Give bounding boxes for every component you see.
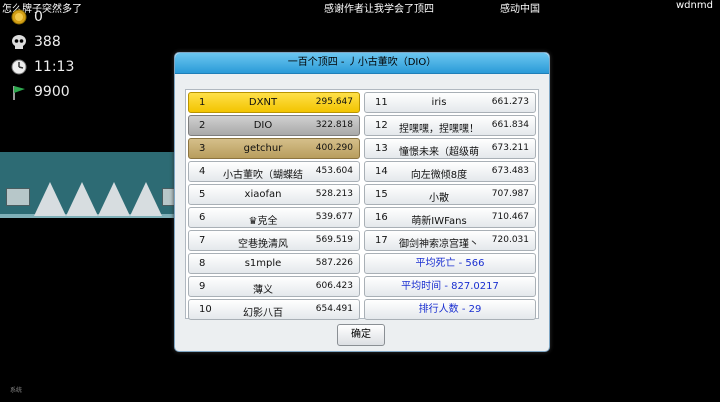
leaderboard-row: 3 getchur 400.290 xyxy=(188,138,360,159)
leaderboard-row: 4 小古董吹（蝴蝶结 453.604 xyxy=(188,161,360,182)
leaderboard-rank: 17 xyxy=(375,235,388,246)
sign-left xyxy=(6,188,30,206)
leaderboard-time: 587.226 xyxy=(315,258,353,268)
leaderboard-name: 薄义 xyxy=(253,285,273,296)
leaderboard-time: 569.519 xyxy=(315,235,353,245)
leaderboard-row: 9 薄义 606.423 xyxy=(188,276,360,297)
ranking-board: 1 DXNT 295.647 2 DIO 322.818 3 getchur 400.290 4 小… xyxy=(185,89,539,320)
hud-time: 11:13 xyxy=(10,58,74,76)
coin-icon xyxy=(10,8,28,26)
leaderboard-row: 5 xiaofan 528.213 xyxy=(188,184,360,205)
leaderboard-time: 400.290 xyxy=(315,143,353,153)
leaderboard-rank: 5 xyxy=(199,189,206,200)
hud-score: 9900 xyxy=(10,83,70,101)
leaderboard-row: 15 小散 707.987 xyxy=(364,184,536,205)
leaderboard-rank: 8 xyxy=(199,258,206,269)
leaderboard-rank: 10 xyxy=(199,304,212,315)
ranking-dialog: 一百个顶四 - 丿小古董吹（DIO） 1 DXNT 295.647 2 DIO 322.8… xyxy=(174,52,550,352)
leaderboard-time: 710.467 xyxy=(491,212,529,222)
leaderboard-rank: 4 xyxy=(199,166,206,177)
leaderboard-time: 661.273 xyxy=(491,97,529,107)
top-text-center: 感谢作者让我学会了顶四 xyxy=(324,4,434,15)
leaderboard-row: 16 萌新IWFans 710.467 xyxy=(364,207,536,228)
spike xyxy=(66,182,98,216)
leaderboard-time: 606.423 xyxy=(315,281,353,291)
leaderboard-rank: 12 xyxy=(375,120,388,131)
leaderboard-name: 小散 xyxy=(429,193,449,204)
leaderboard-name: 向左微倾8度 xyxy=(410,170,468,181)
leaderboard-rank: 1 xyxy=(199,97,206,108)
ok-button[interactable]: 确定 xyxy=(337,324,385,346)
stat-summary: 排行人数 - 29 xyxy=(364,299,536,320)
skull-icon xyxy=(10,33,28,51)
leaderboard-name: 捏嘿嘿，捏嘿嘿！ xyxy=(399,124,479,135)
leaderboard-name: ♛克全 xyxy=(248,216,278,227)
leaderboard-name: 萌新IWFans xyxy=(411,216,467,227)
hud-deaths-value: 388 xyxy=(34,34,61,50)
leaderboard-name: 空巷挽清风 xyxy=(238,239,288,250)
leaderboard-time: 295.647 xyxy=(315,97,353,107)
corner-label: 系统 xyxy=(10,387,23,394)
stat-summary: 平均时间 - 827.0217 xyxy=(364,276,536,297)
leaderboard-time: 654.491 xyxy=(315,304,353,314)
leaderboard-name: 御剑神索凉宫瑾丶 xyxy=(399,239,479,250)
leaderboard-name: DXNT xyxy=(248,97,278,108)
leaderboard-time: 539.677 xyxy=(315,212,353,222)
leaderboard-time: 707.987 xyxy=(491,189,529,199)
leaderboard-time: 322.818 xyxy=(315,120,353,130)
leaderboard-row: 14 向左微倾8度 673.483 xyxy=(364,161,536,182)
leaderboard-time: 453.604 xyxy=(315,166,353,176)
leaderboard-row: 1 DXNT 295.647 xyxy=(188,92,360,113)
hud-coins: 0 xyxy=(10,8,43,26)
stat-summary: 平均死亡 - 566 xyxy=(364,253,536,274)
leaderboard-time: 673.483 xyxy=(491,166,529,176)
leaderboard-time: 528.213 xyxy=(315,189,353,199)
spike xyxy=(130,182,162,216)
spike xyxy=(98,182,130,216)
leaderboard-rank: 7 xyxy=(199,235,206,246)
leaderboard-row: 13 憧憬未来（超级萌 673.211 xyxy=(364,138,536,159)
leaderboard-row: 17 御剑神索凉宫瑾丶 720.031 xyxy=(364,230,536,251)
hud-deaths: 388 xyxy=(10,33,61,51)
leaderboard-rank: 15 xyxy=(375,189,388,200)
top-text-right-mid: 感动中国 xyxy=(500,4,540,15)
leaderboard-rank: 6 xyxy=(199,212,206,223)
leaderboard-rank: 14 xyxy=(375,166,388,177)
hud-score-value: 9900 xyxy=(34,84,70,100)
leaderboard-time: 673.211 xyxy=(491,143,529,153)
flag-icon xyxy=(10,83,28,101)
leaderboard-name: s1mple xyxy=(244,258,282,269)
leaderboard-rank: 13 xyxy=(375,143,388,154)
leaderboard-row: 8 s1mple 587.226 xyxy=(188,253,360,274)
top-text-right: wdnmd xyxy=(676,0,713,11)
leaderboard-rank: 2 xyxy=(199,120,206,131)
leaderboard-rank: 9 xyxy=(199,281,206,292)
leaderboard-row: 11 iris 661.273 xyxy=(364,92,536,113)
spike xyxy=(34,182,66,216)
leaderboard-name: 憧憬未来（超级萌 xyxy=(399,147,479,158)
leaderboard-name: getchur xyxy=(243,143,283,154)
leaderboard-row: 12 捏嘿嘿，捏嘿嘿！ 661.834 xyxy=(364,115,536,136)
leaderboard-name: iris xyxy=(431,97,447,108)
leaderboard-time: 661.834 xyxy=(491,120,529,130)
leaderboard-row: 6 ♛克全 539.677 xyxy=(188,207,360,228)
leaderboard-row: 7 空巷挽清风 569.519 xyxy=(188,230,360,251)
leaderboard-name: 小古董吹（蝴蝶结 xyxy=(223,170,303,181)
leaderboard-name: 幻影八百 xyxy=(243,308,283,319)
leaderboard-name: DIO xyxy=(253,120,273,131)
dialog-title: 一百个顶四 - 丿小古董吹（DIO） xyxy=(175,53,549,74)
leaderboard-time: 720.031 xyxy=(491,235,529,245)
leaderboard-rank: 11 xyxy=(375,97,388,108)
leaderboard-row: 10 幻影八百 654.491 xyxy=(188,299,360,320)
clock-icon xyxy=(10,58,28,76)
leaderboard-rank: 3 xyxy=(199,143,206,154)
leaderboard-row: 2 DIO 322.818 xyxy=(188,115,360,136)
hud-coins-value: 0 xyxy=(34,9,43,25)
leaderboard-name: xiaofan xyxy=(244,189,282,200)
leaderboard-rank: 16 xyxy=(375,212,388,223)
hud-time-value: 11:13 xyxy=(34,59,75,75)
